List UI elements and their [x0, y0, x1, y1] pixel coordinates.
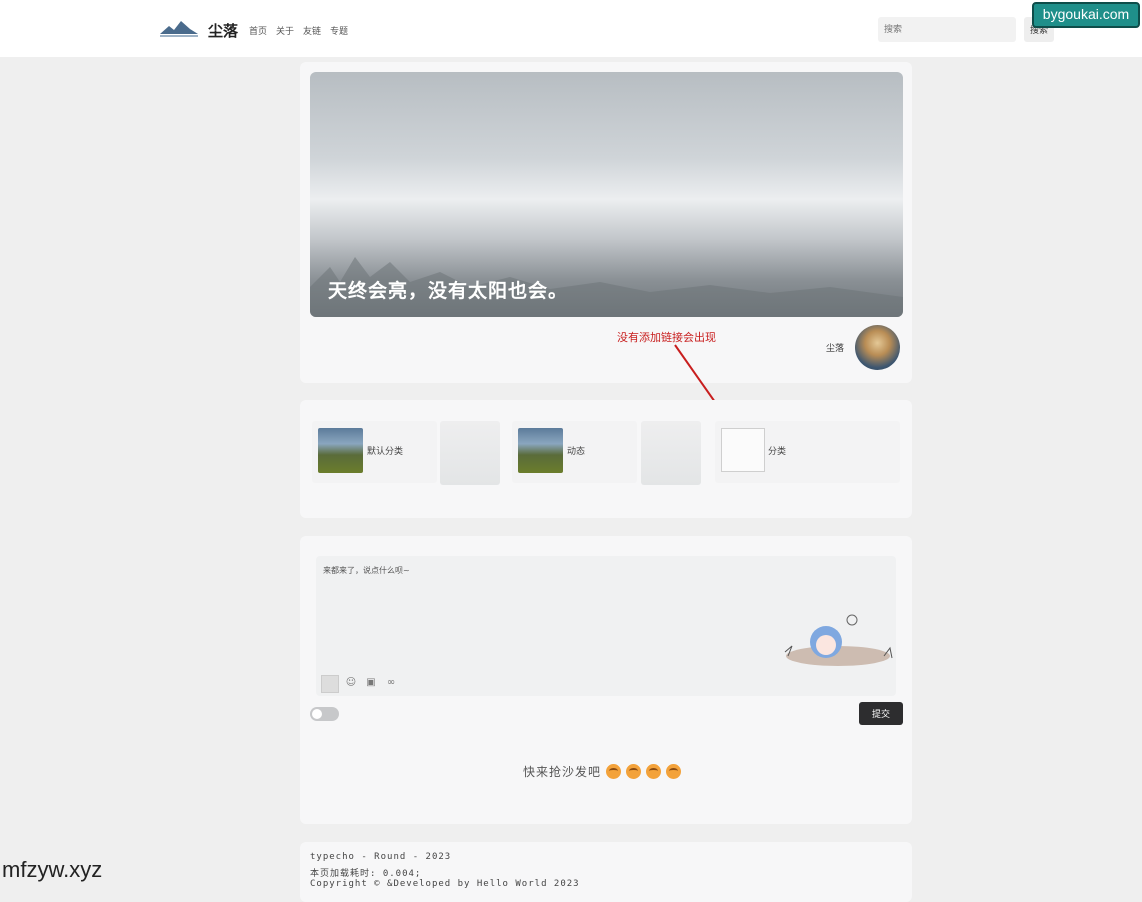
smile-icon	[666, 764, 682, 779]
category-item-news[interactable]: 动态	[512, 421, 637, 483]
footer-line-2: 本页加载耗时: 0.004;	[310, 869, 422, 879]
footer-line-1: typecho - Round - 2023	[310, 852, 452, 862]
site-name[interactable]: 尘落	[208, 20, 238, 41]
category-label: 默认分类	[367, 447, 404, 457]
author-name: 尘落	[826, 344, 845, 354]
smile-icon	[606, 764, 622, 779]
smile-icon	[646, 764, 662, 779]
link-icon[interactable]: ∞	[385, 677, 397, 689]
empty-comments: 快来抢沙发吧	[523, 763, 682, 780]
category-placeholder	[641, 421, 701, 485]
watermark-text: mfzyw.xyz	[2, 857, 103, 882]
main-nav: 首页 关于 友链 专题	[249, 24, 348, 37]
nav-links[interactable]: 友链	[303, 24, 321, 37]
author-avatar[interactable]	[855, 325, 900, 370]
emoji-icon[interactable]: ☺	[345, 677, 357, 689]
nav-about[interactable]: 关于	[276, 24, 294, 37]
category-label: 分类	[768, 447, 787, 457]
broken-image-icon	[721, 428, 765, 472]
anime-mascot-icon	[784, 614, 893, 666]
hero-banner[interactable]: 天终会亮，没有太阳也会。	[310, 72, 903, 317]
category-item-default[interactable]: 默认分类	[312, 421, 437, 483]
hero-title: 天终会亮，没有太阳也会。	[328, 280, 569, 302]
empty-comments-text: 快来抢沙发吧	[523, 765, 602, 779]
comment-placeholder: 来都来了，说点什么呗~	[323, 566, 410, 575]
smile-icon	[626, 764, 642, 779]
forest-silhouette	[310, 257, 903, 317]
category-label: 动态	[567, 447, 586, 457]
search-input[interactable]	[878, 17, 1016, 42]
mountain-logo-icon[interactable]	[160, 18, 198, 38]
submit-button[interactable]: 提交	[859, 702, 903, 725]
category-placeholder	[440, 421, 500, 485]
footer-line-3: Copyright © &Developed by Hello World 20…	[310, 879, 580, 889]
nav-home[interactable]: 首页	[249, 24, 267, 37]
user-avatar-placeholder	[321, 675, 339, 693]
watermark-badge: bygoukai.com	[1032, 2, 1140, 28]
category-thumbnail	[518, 428, 563, 473]
category-thumbnail	[318, 428, 363, 473]
private-toggle[interactable]	[310, 707, 339, 721]
nav-topics[interactable]: 专题	[330, 24, 348, 37]
image-icon[interactable]: ▣	[365, 677, 377, 689]
